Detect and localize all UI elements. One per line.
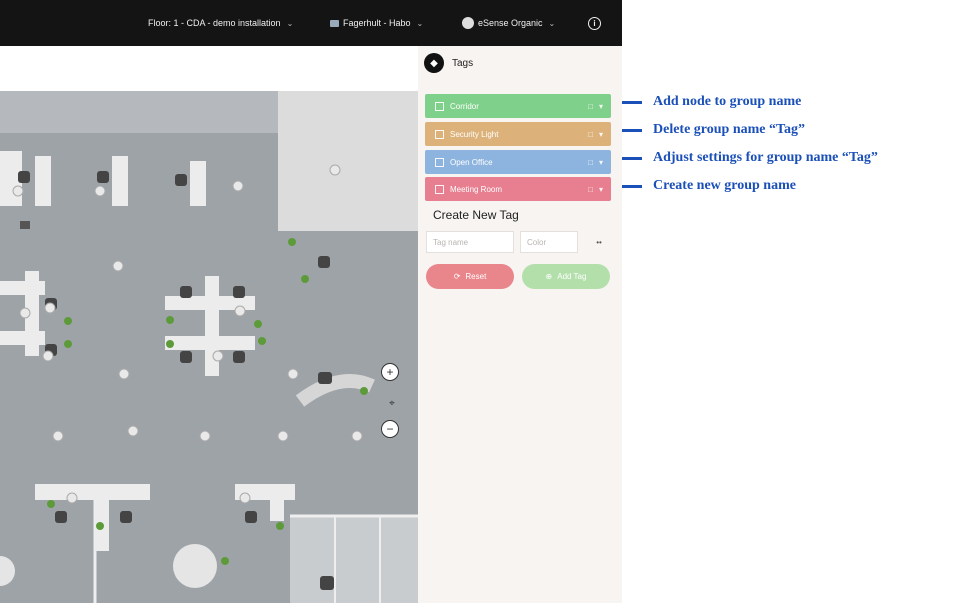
settings-icon[interactable]: ▾ bbox=[599, 130, 603, 139]
tag-label: Open Office bbox=[450, 157, 493, 167]
organization-logo-icon bbox=[462, 17, 474, 29]
create-tag-title: Create New Tag bbox=[433, 208, 519, 222]
building-selector[interactable]: Fagerhult - Habo ⌄ bbox=[330, 0, 423, 46]
settings-icon[interactable]: ▾ bbox=[599, 185, 603, 194]
organization-label: eSense Organic bbox=[478, 18, 543, 28]
tag-color-input[interactable] bbox=[520, 231, 578, 253]
add-tag-label: Add Tag bbox=[557, 272, 587, 281]
tag-actions: □ ▾ bbox=[588, 94, 603, 118]
tag-row-corridor[interactable]: Corridor □ ▾ bbox=[425, 94, 611, 118]
tag-icon: ◆ bbox=[424, 53, 444, 73]
reset-icon: ⟳ bbox=[453, 272, 461, 281]
tag-actions: □ ▾ bbox=[588, 122, 603, 146]
tag-checkbox[interactable] bbox=[435, 129, 444, 139]
annotation-bar bbox=[622, 184, 642, 188]
tag-label: Meeting Room bbox=[450, 184, 503, 194]
add-icon: ⊕ bbox=[545, 272, 553, 281]
floor-plan-drawing bbox=[0, 91, 418, 603]
annotation-adjust-settings: Adjust settings for group name “Tag” bbox=[622, 150, 878, 165]
info-button[interactable]: i bbox=[588, 0, 601, 46]
annotation-create-group: Create new group name bbox=[622, 178, 796, 193]
expand-icon: ⌖ bbox=[389, 398, 395, 409]
tag-row-meeting-room[interactable]: Meeting Room □ ▾ bbox=[425, 177, 611, 201]
plus-icon: + bbox=[386, 365, 394, 379]
more-options-button[interactable]: •• bbox=[586, 231, 612, 253]
annotation-bar bbox=[622, 128, 642, 132]
delete-icon[interactable]: □ bbox=[588, 185, 593, 194]
zoom-in-button[interactable]: + bbox=[381, 363, 399, 381]
organization-selector[interactable]: eSense Organic ⌄ bbox=[462, 0, 555, 46]
tag-row-open-office[interactable]: Open Office □ ▾ bbox=[425, 150, 611, 174]
annotation-text: Create new group name bbox=[653, 178, 796, 193]
building-label: Fagerhult - Habo bbox=[343, 18, 411, 28]
tag-label: Security Light bbox=[450, 129, 499, 139]
tag-checkbox[interactable] bbox=[435, 184, 444, 194]
zoom-out-button[interactable]: − bbox=[381, 420, 399, 438]
delete-icon[interactable]: □ bbox=[588, 130, 593, 139]
annotation-delete-group: Delete group name “Tag” bbox=[622, 122, 806, 137]
tags-panel: ◆ Tags Corridor □ ▾ Security Light □ ▾ O… bbox=[418, 46, 622, 603]
annotation-text: Adjust settings for group name “Tag” bbox=[653, 150, 878, 165]
annotation-bar bbox=[622, 100, 642, 104]
chevron-down-icon: ⌄ bbox=[286, 18, 294, 28]
settings-icon[interactable]: ▾ bbox=[599, 158, 603, 167]
tag-checkbox[interactable] bbox=[435, 157, 444, 167]
annotation-text: Add node to group name bbox=[653, 94, 802, 109]
annotation-text: Delete group name “Tag” bbox=[653, 122, 806, 137]
floor-selector[interactable]: Floor: 1 - CDA - demo installation ⌄ bbox=[148, 0, 293, 46]
panel-title: Tags bbox=[452, 57, 474, 69]
annotation-bar bbox=[622, 156, 642, 160]
tag-actions: □ ▾ bbox=[588, 150, 603, 174]
chevron-down-icon: ⌄ bbox=[416, 18, 424, 28]
annotation-add-node: Add node to group name bbox=[622, 94, 802, 109]
reset-button[interactable]: ⟳ Reset bbox=[426, 264, 514, 289]
delete-icon[interactable]: □ bbox=[588, 158, 593, 167]
tag-row-security-light[interactable]: Security Light □ ▾ bbox=[425, 122, 611, 146]
add-tag-button[interactable]: ⊕ Add Tag bbox=[522, 264, 610, 289]
top-bar: Floor: 1 - CDA - demo installation ⌄ Fag… bbox=[0, 0, 622, 46]
floor-plan-map[interactable]: + ⌖ − bbox=[0, 46, 418, 603]
settings-icon[interactable]: ▾ bbox=[599, 102, 603, 111]
floor-label: Floor: 1 - CDA - demo installation bbox=[148, 18, 281, 28]
tag-name-input[interactable] bbox=[426, 231, 514, 253]
tag-label: Corridor bbox=[450, 101, 479, 111]
minus-icon: − bbox=[386, 422, 394, 436]
tag-actions: □ ▾ bbox=[588, 177, 603, 201]
delete-icon[interactable]: □ bbox=[588, 102, 593, 111]
chevron-down-icon: ⌄ bbox=[548, 18, 556, 28]
reset-label: Reset bbox=[465, 272, 487, 281]
info-icon: i bbox=[588, 16, 601, 30]
building-logo-icon bbox=[330, 19, 339, 27]
fit-view-button[interactable]: ⌖ bbox=[383, 395, 401, 413]
panel-header: ◆ Tags bbox=[424, 52, 473, 74]
tag-checkbox[interactable] bbox=[435, 101, 444, 111]
